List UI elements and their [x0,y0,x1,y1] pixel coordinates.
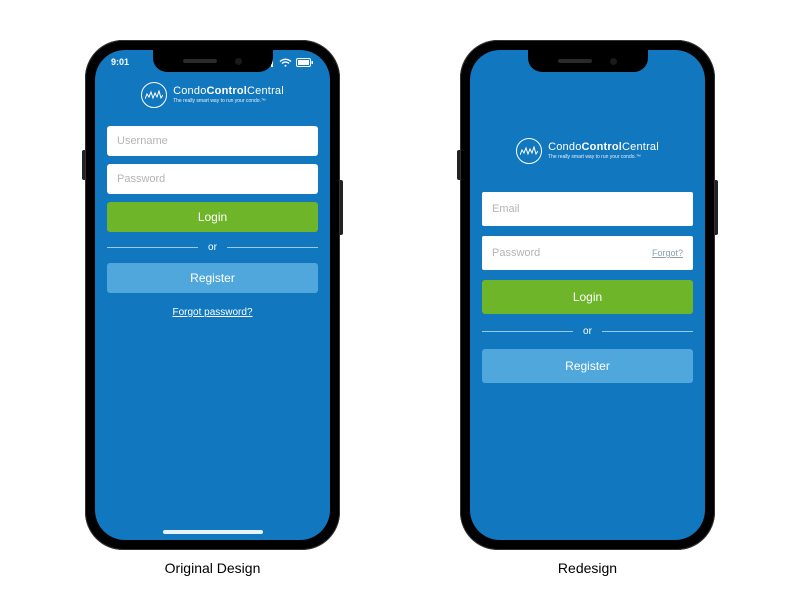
password-placeholder: Password [117,173,165,185]
comparison-stage: 9:01 [0,0,800,600]
or-divider: or [482,326,693,337]
phone-frame-redesign: CondoControlCentral The really smart way… [460,40,715,550]
password-field[interactable]: Password Forgot? [482,236,693,270]
redesign-column: CondoControlCentral The really smart way… [460,40,715,576]
password-placeholder: Password [492,247,540,259]
password-field[interactable]: Password [107,164,318,194]
email-field[interactable]: Email [482,192,693,226]
username-placeholder: Username [117,135,168,147]
phone-screen-redesign: CondoControlCentral The really smart way… [470,50,705,540]
status-time: 9:01 [111,57,129,67]
forgot-inline-link[interactable]: Forgot? [652,248,683,258]
logo-tagline: The really smart way to run your condo.™ [173,99,284,104]
logo-tagline: The really smart way to run your condo.™ [548,155,659,160]
phone-screen-original: 9:01 [95,50,330,540]
login-button[interactable]: Login [482,280,693,314]
login-button[interactable]: Login [107,202,318,232]
brand-logo: CondoControlCentral The really smart way… [482,138,693,164]
register-button[interactable]: Register [107,263,318,293]
email-placeholder: Email [492,203,520,215]
login-form-original: CondoControlCentral The really smart way… [95,50,330,318]
logo-name: CondoControlCentral [548,142,659,153]
logo-icon [516,138,542,164]
home-indicator [163,530,263,534]
or-divider: or [107,242,318,253]
forgot-password-link[interactable]: Forgot password? [107,307,318,318]
username-field[interactable]: Username [107,126,318,156]
wifi-icon [279,58,292,67]
caption-original: Original Design [165,560,261,576]
battery-icon [296,58,314,67]
notch [153,50,273,72]
phone-frame-original: 9:01 [85,40,340,550]
notch [528,50,648,72]
caption-redesign: Redesign [558,560,617,576]
brand-logo: CondoControlCentral The really smart way… [107,82,318,108]
logo-name: CondoControlCentral [173,86,284,97]
logo-icon [141,82,167,108]
register-button[interactable]: Register [482,349,693,383]
original-column: 9:01 [85,40,340,576]
login-form-redesign: CondoControlCentral The really smart way… [470,50,705,383]
